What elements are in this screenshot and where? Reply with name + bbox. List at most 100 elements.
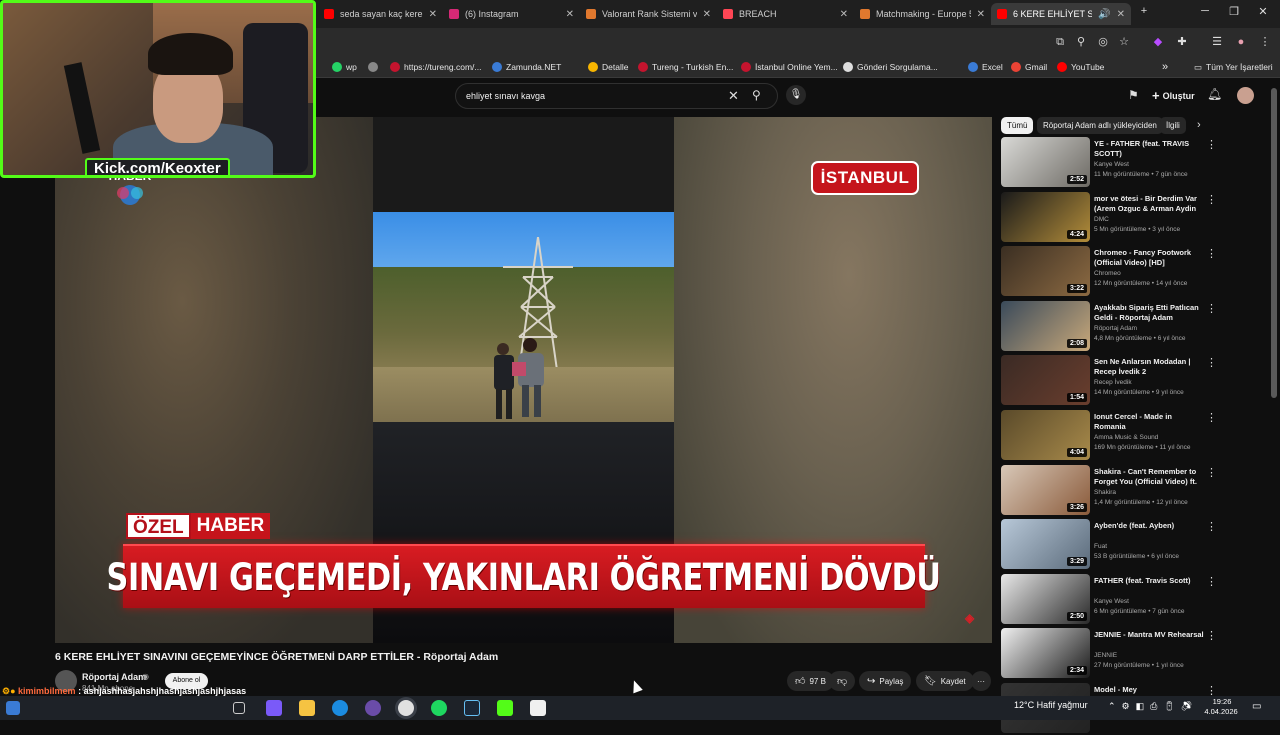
recommendation-item[interactable]: 3:26 Shakira - Can't Remember to Forget Y… <box>1001 464 1223 517</box>
bookmark-wp[interactable]: wp <box>332 60 357 74</box>
kick-icon[interactable] <box>497 700 513 716</box>
all-bookmarks[interactable]: ▭ Tüm Yer İşaretleri <box>1194 60 1273 74</box>
system-tray-icons[interactable]: ⌃⚙◧⎙🔋︎🔊︎ <box>1108 701 1198 712</box>
tab-instagram[interactable]: (6) Instagram ✕ <box>443 3 580 25</box>
menu-kebab-icon[interactable]: ⋮ <box>1206 193 1217 206</box>
eye-off-icon[interactable]: ◎ <box>1095 34 1111 50</box>
bookmark-tureng-url[interactable]: https://tureng.com/... <box>390 60 481 74</box>
video-thumbnail[interactable]: 4:04 <box>1001 410 1090 460</box>
menu-kebab-icon[interactable]: ⋮ <box>1206 466 1217 479</box>
tab-seda-sayan[interactable]: seda sayan kaç kere evlen ✕ <box>318 3 443 25</box>
video-thumbnail[interactable]: 3:22 <box>1001 246 1090 297</box>
screenshot-icon[interactable]: ⧉ <box>1052 34 1068 50</box>
chip-from-uploader[interactable]: Röportaj Adam adlı yükleyiciden <box>1037 117 1163 134</box>
bell-icon[interactable]: 🔔︎ <box>1207 87 1222 101</box>
recommendation-title[interactable]: Chromeo - Fancy Footwork (Official Video… <box>1094 248 1204 268</box>
file-explorer-icon[interactable] <box>299 700 315 716</box>
edge-icon[interactable] <box>332 700 348 716</box>
recommendation-item[interactable]: 2:52 YE - FATHER (feat. TRAVIS SCOTT) Kany… <box>1001 137 1223 189</box>
recommendation-title[interactable]: Model - Mey <box>1094 685 1204 695</box>
recommendation-title[interactable]: YE - FATHER (feat. TRAVIS SCOTT) <box>1094 139 1204 159</box>
star-icon[interactable]: ☆ <box>1116 34 1132 50</box>
recommendation-item[interactable]: 4:24 mor ve ötesi - Bir Derdim Var (Arem … <box>1001 191 1223 244</box>
bookmark-gmail[interactable]: Gmail <box>1011 60 1047 74</box>
avatar[interactable] <box>1237 87 1254 104</box>
zoom-icon[interactable]: ⚲ <box>1073 34 1089 50</box>
tab-ehliyet-video[interactable]: 6 KERE EHLİYET SINA 🔊 ✕ <box>991 3 1131 25</box>
recommendation-title[interactable]: Shakira - Can't Remember to Forget You (… <box>1094 467 1204 487</box>
bookmark-istanbul-online[interactable]: İstanbul Online Yem... <box>741 60 838 74</box>
recommendation-channel[interactable]: Amma Music & Sound <box>1094 434 1158 441</box>
recommendation-title[interactable]: Ionut Cercel - Made in Romania <box>1094 412 1204 432</box>
chip-all[interactable]: Tümü <box>1001 117 1034 134</box>
recommendation-channel[interactable]: Shakira <box>1094 489 1116 496</box>
menu-kebab-icon[interactable]: ⋮ <box>1206 302 1217 315</box>
speaker-icon[interactable]: 🔊 <box>1098 9 1110 20</box>
recommendation-title[interactable]: Ayben'de (feat. Ayben) <box>1094 521 1204 531</box>
video-thumbnail[interactable]: 2:52 <box>1001 137 1090 187</box>
clock-date[interactable]: 4.04.2026 <box>1198 707 1244 716</box>
video-thumbnail[interactable]: 3:29 <box>1001 519 1090 570</box>
close-icon[interactable]: ✕ <box>566 9 574 20</box>
restore-button[interactable]: ❐ <box>1224 5 1244 18</box>
bookmark-detalle[interactable]: Detalle <box>588 60 628 74</box>
close-icon[interactable]: ✕ <box>840 9 848 20</box>
recommendation-channel[interactable]: Fuat <box>1094 543 1107 550</box>
recommendation-channel[interactable]: Röportaj Adam <box>1094 325 1137 332</box>
app-icon[interactable] <box>365 700 381 716</box>
close-icon[interactable]: ✕ <box>977 9 985 20</box>
tab-matchmaking[interactable]: Matchmaking - Europe 5 ✕ <box>854 3 991 25</box>
menu-kebab-icon[interactable]: ⋮ <box>1257 34 1273 50</box>
menu-kebab-icon[interactable]: ⋮ <box>1206 138 1217 151</box>
spotify-icon[interactable] <box>431 700 447 716</box>
save-button[interactable]: 🔖︎ Kaydet <box>916 671 974 691</box>
notification-icon[interactable]: ▭ <box>1252 701 1261 712</box>
search-input[interactable]: ehliyet sınavı kavga <box>466 91 545 101</box>
notepad-icon[interactable] <box>530 700 546 716</box>
video-thumbnail[interactable]: 1:54 <box>1001 355 1090 406</box>
like-button[interactable]: 👍︎ 97 B <box>787 671 834 691</box>
windows-start-icon[interactable] <box>6 701 20 715</box>
recommendation-item[interactable]: 4:04 Ionut Cercel - Made in Romania Amma M… <box>1001 410 1223 462</box>
recommendation-title[interactable]: Ayakkabı Sipariş Etti Patlıcan Geldi - R… <box>1094 303 1204 323</box>
menu-kebab-icon[interactable]: ⋮ <box>1206 520 1217 533</box>
close-icon[interactable]: ✕ <box>1117 9 1125 20</box>
task-view-icon[interactable] <box>233 702 245 714</box>
recommendation-item[interactable]: 1:54 Sen Ne Anlarsın Modadan | Recep İved… <box>1001 355 1223 407</box>
recommendation-item[interactable]: 3:29 Ayben'de (feat. Ayben) Fuat 53 B görün… <box>1001 519 1223 571</box>
bookmark-excel[interactable]: Excel <box>968 60 1003 74</box>
share-button[interactable]: ↪ Paylaş <box>859 671 912 691</box>
bookmark-zamunda[interactable]: Zamunda.NET <box>492 60 561 74</box>
video-thumbnail[interactable]: 2:08 <box>1001 300 1090 351</box>
recommendation-item[interactable]: 2:34 JENNIE - Mantra MV Rehearsal JENNIE 27… <box>1001 628 1223 680</box>
clear-icon[interactable]: ✕ <box>728 88 739 104</box>
video-thumbnail[interactable]: 3:26 <box>1001 464 1090 515</box>
copilot-icon[interactable] <box>266 700 282 716</box>
more-actions-button[interactable]: ··· <box>971 671 991 691</box>
recommendation-title[interactable]: FATHER (feat. Travis Scott) <box>1094 576 1204 586</box>
video-player[interactable]: HABER İSTANBUL ÖZEL HABER SINAVI GEÇEMED… <box>55 117 992 643</box>
video-thumbnail[interactable]: 4:24 <box>1001 191 1090 242</box>
recommendation-item[interactable]: 2:50 FATHER (feat. Travis Scott) Kanye Wes… <box>1001 573 1223 626</box>
menu-kebab-icon[interactable]: ⋮ <box>1206 575 1217 588</box>
bookmark-globe[interactable] <box>368 60 382 74</box>
new-tab-button[interactable]: + <box>1134 5 1154 17</box>
tab-valorant-rank[interactable]: Valorant Rank Sistemi ve ✕ <box>580 3 717 25</box>
menu-kebab-icon[interactable]: ⋮ <box>1206 356 1217 369</box>
weather-widget[interactable]: 12°C Hafif yağmur <box>1014 700 1088 710</box>
window-close-button[interactable]: ✕ <box>1253 5 1273 18</box>
video-thumbnail[interactable]: 2:34 <box>1001 628 1090 679</box>
menu-kebab-icon[interactable]: ⋮ <box>1206 411 1217 424</box>
bookmarks-overflow-button[interactable]: » <box>1162 60 1168 74</box>
video-thumbnail[interactable]: 2:50 <box>1001 573 1090 624</box>
recommendation-item[interactable]: 2:08 Ayakkabı Sipariş Etti Patlıcan Geldi… <box>1001 300 1223 353</box>
microphone-icon[interactable]: 🎙 <box>786 85 806 105</box>
menu-kebab-icon[interactable]: ⋮ <box>1206 247 1217 260</box>
create-button[interactable]: + Oluştur <box>1152 88 1195 103</box>
bookmark-youtube[interactable]: YouTube <box>1057 60 1104 74</box>
search-box[interactable]: ehliyet sınavı kavga ✕ ⚲ <box>455 83 778 109</box>
minimize-button[interactable]: ─ <box>1195 5 1215 17</box>
close-icon[interactable]: ✕ <box>703 9 711 20</box>
dislike-button[interactable]: 👎︎ <box>829 671 856 691</box>
search-icon[interactable]: ⚲ <box>752 88 761 102</box>
